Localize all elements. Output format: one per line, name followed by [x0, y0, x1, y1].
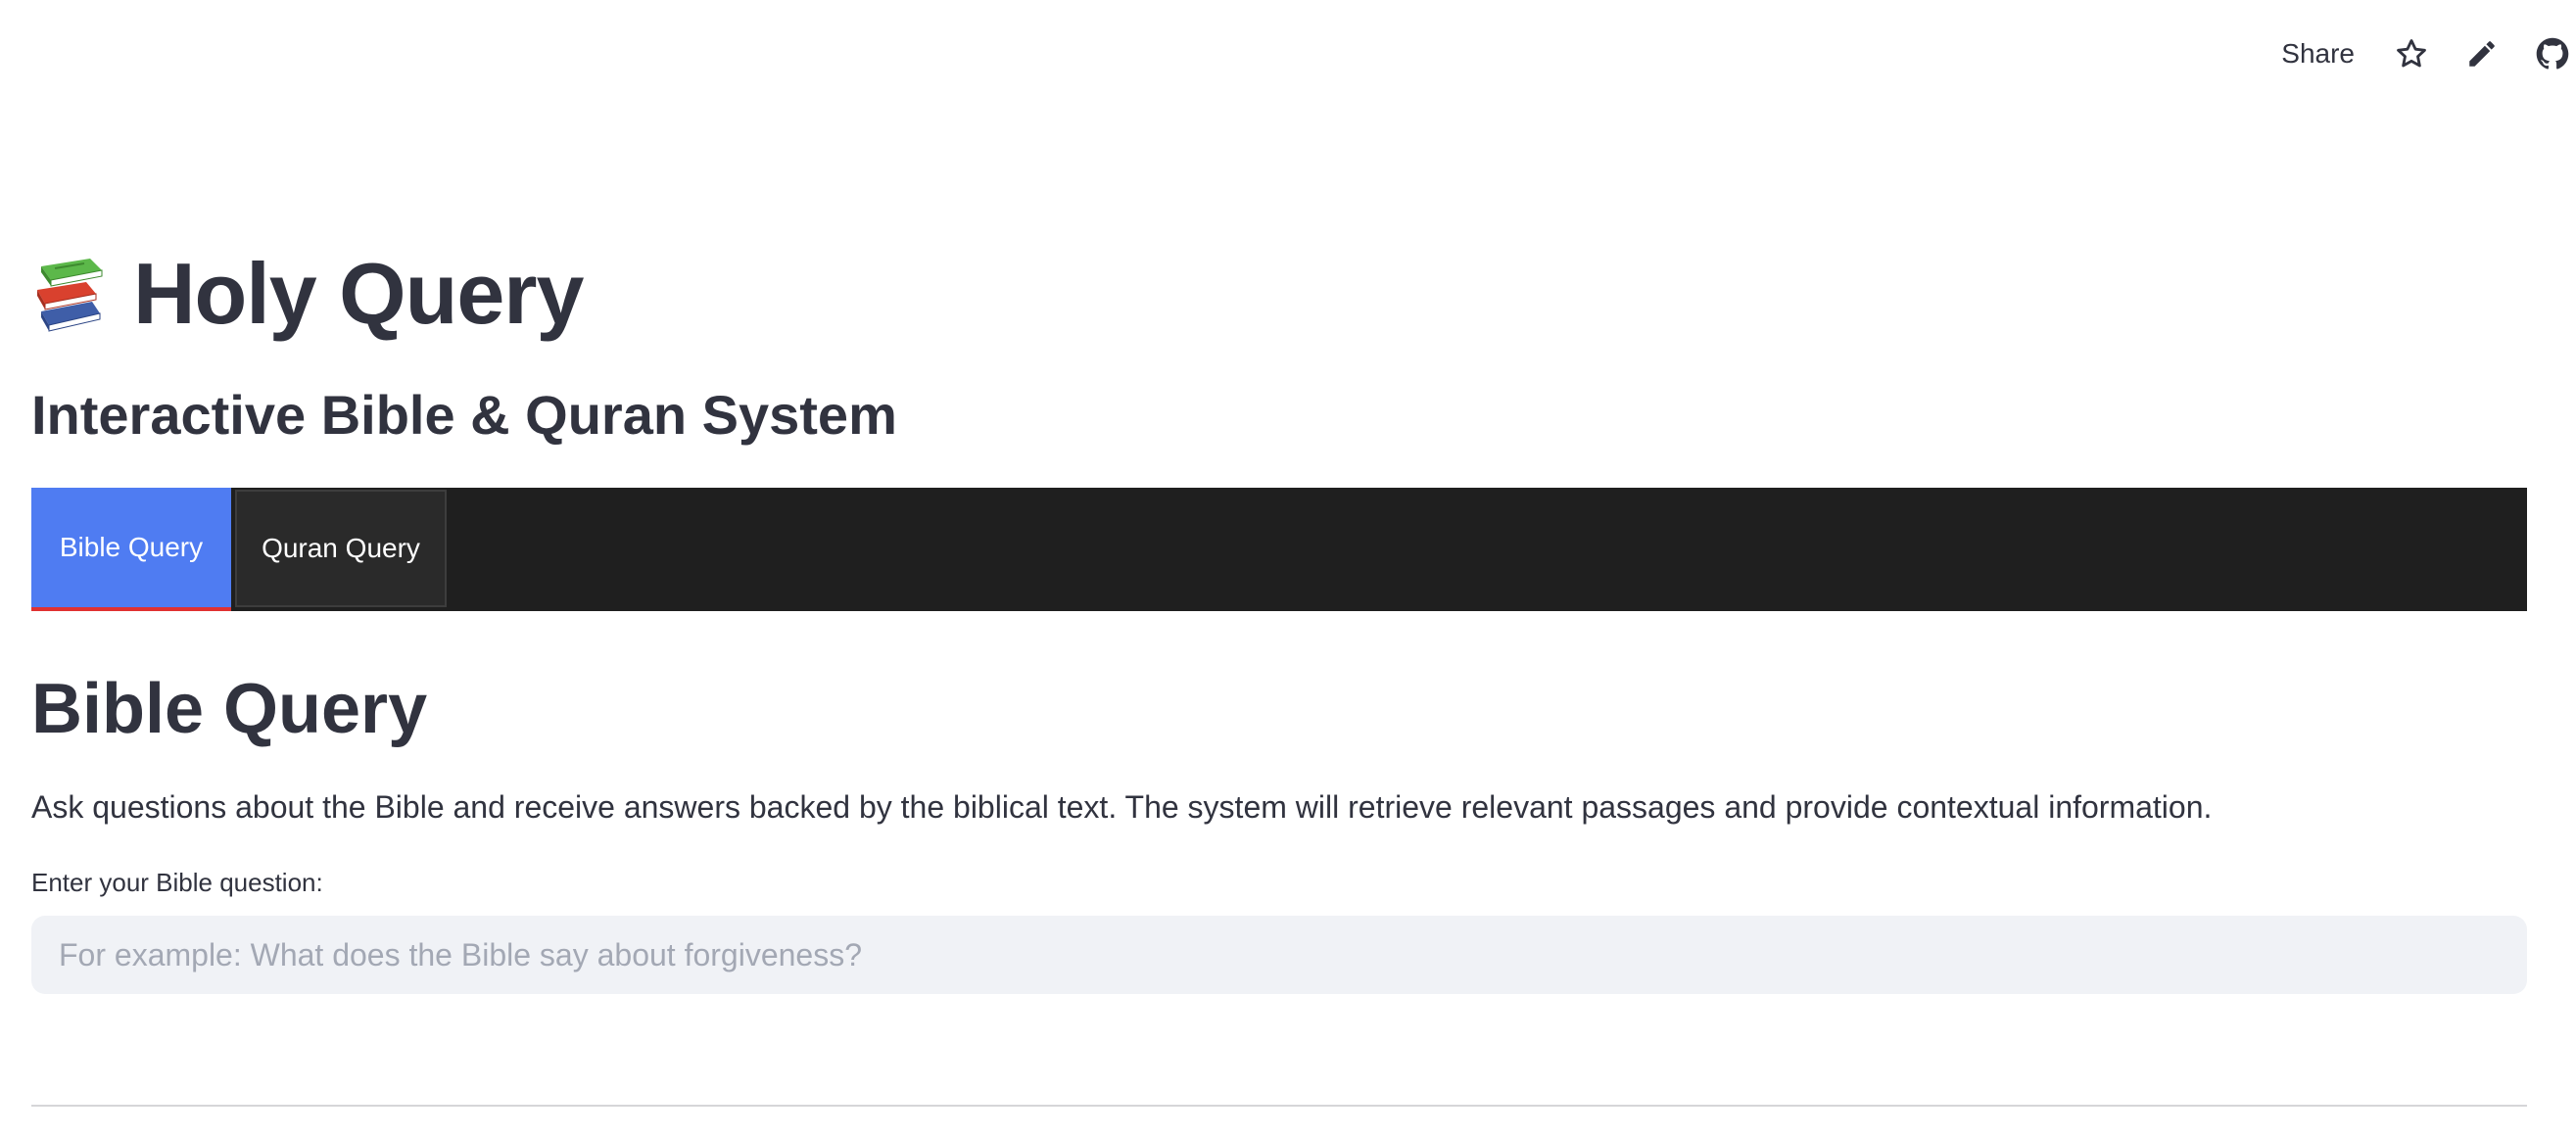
section-description: Ask questions about the Bible and receiv… — [31, 789, 2213, 826]
share-button[interactable]: Share — [2281, 38, 2355, 70]
question-input-label: Enter your Bible question: — [31, 868, 323, 898]
pencil-icon[interactable] — [2464, 36, 2500, 71]
tab-quran-query[interactable]: Quran Query — [235, 490, 447, 608]
main-content: Holy Query Interactive Bible & Quran Sys… — [31, 235, 2527, 995]
question-input-container — [31, 916, 2527, 995]
star-icon[interactable] — [2394, 36, 2429, 71]
divider — [31, 1105, 2527, 1107]
books-icon — [31, 253, 110, 335]
toolbar: Share — [2281, 29, 2576, 78]
page-subtitle: Interactive Bible & Quran System — [31, 384, 897, 446]
tab-bar: Bible Query Quran Query — [31, 488, 2527, 612]
title-row: Holy Query — [31, 235, 2527, 353]
section-title: Bible Query — [31, 670, 428, 749]
github-icon[interactable] — [2535, 36, 2570, 71]
tab-bible-query[interactable]: Bible Query — [31, 488, 231, 612]
page-title: Holy Query — [133, 245, 584, 342]
question-input[interactable] — [57, 935, 2527, 974]
